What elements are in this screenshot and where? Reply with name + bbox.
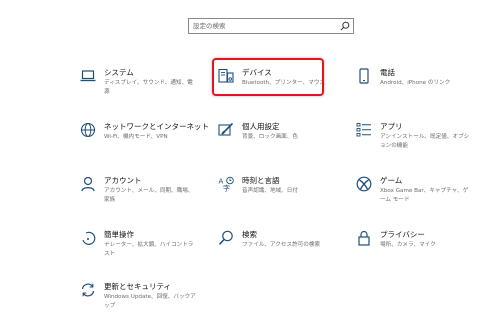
tile-description: アカウント、メール、同期、職場、家族 <box>104 188 194 203</box>
tile-title: 個人用設定 <box>242 122 280 131</box>
tile-personalization[interactable]: 個人用設定 背景、ロック画面、色 <box>218 122 348 156</box>
tile-network[interactable]: ネットワークとインターネット Wi-Fi、機内モード、VPN <box>80 122 210 156</box>
xbox-icon <box>356 176 372 192</box>
tile-description: 場所、カメラ、マイク <box>380 242 436 248</box>
search-icon[interactable] <box>340 21 350 31</box>
tile-description: Windows Update、回復、バックアップ <box>104 294 196 309</box>
ease-of-access-icon <box>80 230 96 246</box>
tile-title: 更新とセキュリティ <box>104 282 172 291</box>
person-icon <box>80 176 96 192</box>
tile-description: Wi-Fi、機内モード、VPN <box>104 134 168 140</box>
tile-description: 音声認識、地域、日付 <box>242 188 298 194</box>
tile-title: システム <box>104 68 134 77</box>
globe-icon <box>80 122 96 138</box>
tile-description: 背景、ロック画面、色 <box>242 134 298 140</box>
tile-ease-of-access[interactable]: 簡単操作 ナレーター、拡大鏡、ハイコントラスト <box>80 230 210 264</box>
settings-home: システム ディスプレイ、サウンド、通知、電源 デバイス Bluetooth、プリ… <box>0 0 500 321</box>
tile-title: 時刻と言語 <box>242 176 280 185</box>
tile-description: ディスプレイ、サウンド、通知、電源 <box>104 80 193 95</box>
time-language-icon: A字 <box>218 176 234 192</box>
tile-description: アンインストール、既定値、オプションの機能 <box>380 134 470 149</box>
lock-icon <box>356 230 372 246</box>
search-box[interactable] <box>188 18 354 34</box>
paint-icon <box>218 122 234 138</box>
highlight-frame <box>212 58 324 96</box>
tile-search[interactable]: 検索 ファイル、アクセス許可の検索 <box>218 230 348 264</box>
tile-title: アプリ <box>380 122 403 131</box>
app-list-icon <box>356 122 372 138</box>
tile-description: ナレーター、拡大鏡、ハイコントラスト <box>104 242 194 257</box>
tile-description: Android、iPhone のリンク <box>380 80 451 86</box>
laptop-icon <box>80 68 96 84</box>
phone-icon <box>356 68 372 84</box>
tile-description: ファイル、アクセス許可の検索 <box>242 242 321 248</box>
tile-title: 簡単操作 <box>104 230 134 239</box>
sync-icon <box>80 282 96 298</box>
tile-title: プライバシー <box>380 230 425 239</box>
tile-title: ゲーム <box>380 176 403 185</box>
tile-apps[interactable]: アプリ アンインストール、既定値、オプションの機能 <box>356 122 486 156</box>
tile-time-language[interactable]: A字 時刻と言語 音声認識、地域、日付 <box>218 176 348 210</box>
tile-update-security[interactable]: 更新とセキュリティ Windows Update、回復、バックアップ <box>80 282 210 316</box>
tile-privacy[interactable]: プライバシー 場所、カメラ、マイク <box>356 230 486 264</box>
tile-title: 検索 <box>242 230 257 239</box>
search-input[interactable] <box>191 19 339 33</box>
tile-description: Xbox Game Bar、キャプチャ、ゲーム モード <box>380 188 469 203</box>
tile-title: アカウント <box>104 176 142 185</box>
tile-system[interactable]: システム ディスプレイ、サウンド、通知、電源 <box>80 68 210 102</box>
tile-gaming[interactable]: ゲーム Xbox Game Bar、キャプチャ、ゲーム モード <box>356 176 486 210</box>
tile-title: 電話 <box>380 68 395 77</box>
tile-phone[interactable]: 電話 Android、iPhone のリンク <box>356 68 486 102</box>
tile-title: ネットワークとインターネット <box>104 122 209 131</box>
tile-accounts[interactable]: アカウント アカウント、メール、同期、職場、家族 <box>80 176 210 210</box>
search-icon <box>218 230 234 246</box>
svg-text:字: 字 <box>223 184 230 193</box>
